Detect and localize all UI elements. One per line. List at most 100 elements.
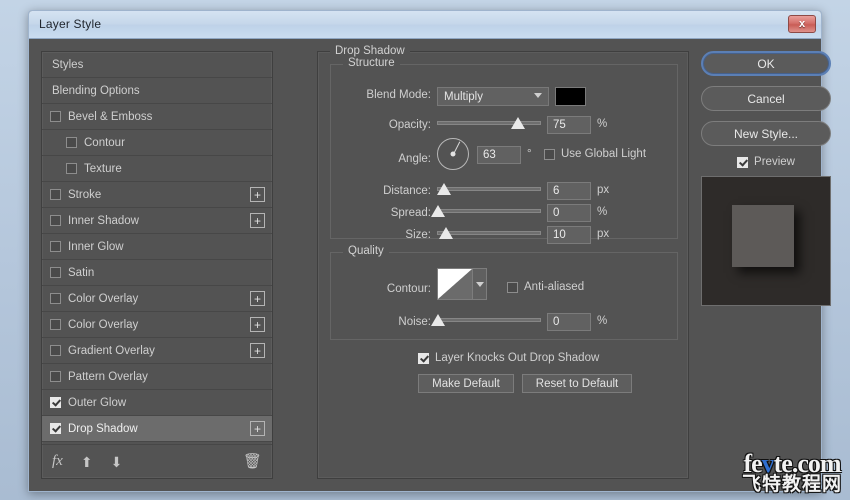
style-row[interactable]: Color Overlay xyxy=(42,286,272,312)
distance-label: Distance: xyxy=(383,185,431,197)
anti-aliased-checkbox[interactable]: Anti-aliased xyxy=(507,281,584,293)
style-enable-checkbox[interactable] xyxy=(50,111,61,122)
angle-input[interactable]: 63 xyxy=(477,146,521,164)
fx-icon[interactable]: fx xyxy=(52,454,63,469)
style-row[interactable]: Blending Options xyxy=(42,78,272,104)
layer-knocks-out-label: Layer Knocks Out Drop Shadow xyxy=(435,352,600,364)
style-enable-checkbox[interactable] xyxy=(50,319,61,330)
make-default-button[interactable]: Make Default xyxy=(418,374,514,393)
contour-dropdown-icon[interactable] xyxy=(473,268,487,300)
add-effect-button[interactable] xyxy=(250,343,265,358)
size-slider[interactable] xyxy=(437,226,541,240)
style-enable-checkbox[interactable] xyxy=(50,215,61,226)
blend-mode-select[interactable]: Multiply xyxy=(437,87,549,106)
add-effect-button[interactable] xyxy=(250,187,265,202)
dialog-body: Styles Blending Options Bevel & Emboss Cont… xyxy=(29,39,831,491)
style-enable-checkbox[interactable] xyxy=(50,423,61,434)
style-enable-checkbox[interactable] xyxy=(50,293,61,304)
slider-thumb[interactable] xyxy=(511,117,526,129)
style-enable-checkbox[interactable] xyxy=(50,345,61,356)
style-row-label: Satin xyxy=(68,266,95,279)
style-enable-checkbox[interactable] xyxy=(50,371,61,382)
size-unit: px xyxy=(597,228,610,240)
window-title: Layer Style xyxy=(39,17,102,31)
cancel-button[interactable]: Cancel xyxy=(701,86,831,111)
move-up-icon[interactable]: ⬆ xyxy=(81,455,93,469)
style-row[interactable]: Drop Shadow xyxy=(42,416,272,442)
quality-legend: Quality xyxy=(343,245,389,257)
style-row-label: Pattern Overlay xyxy=(68,370,148,383)
style-row[interactable]: Inner Shadow xyxy=(42,208,272,234)
style-row-label: Stroke xyxy=(68,188,102,201)
style-row-label: Color Overlay xyxy=(68,318,139,331)
contour-preview[interactable] xyxy=(437,268,473,300)
blend-mode-value: Multiply xyxy=(444,90,483,103)
style-row[interactable]: Color Overlay xyxy=(42,312,272,338)
style-row-label: Contour xyxy=(84,136,125,149)
style-enable-checkbox[interactable] xyxy=(50,189,61,200)
slider-track xyxy=(437,187,541,191)
style-row-label: Styles xyxy=(52,58,84,71)
distance-slider[interactable] xyxy=(437,182,541,196)
style-row[interactable]: Inner Glow xyxy=(42,234,272,260)
slider-track xyxy=(437,318,541,322)
spread-input[interactable]: 0 xyxy=(547,204,591,222)
noise-slider[interactable] xyxy=(431,313,541,327)
noise-input[interactable]: 0 xyxy=(547,313,591,331)
spread-slider[interactable] xyxy=(431,204,541,218)
style-row[interactable]: Pattern Overlay xyxy=(42,364,272,390)
style-row[interactable]: Texture xyxy=(42,156,272,182)
style-row[interactable]: Satin xyxy=(42,260,272,286)
slider-thumb[interactable] xyxy=(431,205,446,217)
slider-thumb[interactable] xyxy=(439,227,454,239)
effect-title: Drop Shadow xyxy=(330,45,410,57)
style-enable-checkbox[interactable] xyxy=(66,137,77,148)
opacity-input[interactable]: 75 xyxy=(547,116,591,134)
move-down-icon[interactable]: ⬇ xyxy=(111,455,123,469)
add-effect-button[interactable] xyxy=(250,421,265,436)
distance-unit: px xyxy=(597,184,610,196)
distance-input[interactable]: 6 xyxy=(547,182,591,200)
screen: Layer Style x Styles Blending Options Beve… xyxy=(0,0,850,500)
style-row-label: Inner Shadow xyxy=(68,214,139,227)
add-effect-button[interactable] xyxy=(250,213,265,228)
size-input[interactable]: 10 xyxy=(547,226,591,244)
preview-shape xyxy=(732,205,794,267)
style-enable-checkbox[interactable] xyxy=(50,397,61,408)
styles-panel: Styles Blending Options Bevel & Emboss Cont… xyxy=(41,51,273,479)
style-row[interactable]: Bevel & Emboss xyxy=(42,104,272,130)
opacity-unit: % xyxy=(597,118,608,130)
close-button[interactable]: x xyxy=(788,15,816,33)
styles-list: Styles Blending Options Bevel & Emboss Cont… xyxy=(42,52,272,442)
structure-group: Structure Blend Mode: Multiply Opacity: xyxy=(330,57,678,244)
style-row[interactable]: Stroke xyxy=(42,182,272,208)
angle-dial[interactable] xyxy=(437,138,469,170)
style-enable-checkbox[interactable] xyxy=(50,267,61,278)
style-row[interactable]: Contour xyxy=(42,130,272,156)
layer-knocks-out-checkbox[interactable]: Layer Knocks Out Drop Shadow xyxy=(418,352,599,364)
slider-track xyxy=(437,121,541,125)
use-global-light-checkbox[interactable]: Use Global Light xyxy=(544,148,646,160)
reset-to-default-button[interactable]: Reset to Default xyxy=(522,374,632,393)
noise-unit: % xyxy=(597,315,608,327)
add-effect-button[interactable] xyxy=(250,317,265,332)
style-row[interactable]: Styles xyxy=(42,52,272,78)
slider-thumb[interactable] xyxy=(437,183,452,195)
preview-checkbox[interactable]: Preview xyxy=(701,156,831,168)
quality-group: Quality Contour: Anti-aliased Noise: 0 % xyxy=(330,245,678,340)
dialog-actions: OK Cancel New Style... Preview xyxy=(701,51,841,306)
opacity-slider[interactable] xyxy=(437,116,541,130)
new-style-button[interactable]: New Style... xyxy=(701,121,831,146)
style-enable-checkbox[interactable] xyxy=(50,241,61,252)
slider-thumb[interactable] xyxy=(431,314,446,326)
contour-picker[interactable] xyxy=(437,268,487,300)
style-row-label: Gradient Overlay xyxy=(68,344,155,357)
add-effect-button[interactable] xyxy=(250,291,265,306)
use-global-light-label: Use Global Light xyxy=(561,148,647,160)
style-row[interactable]: Outer Glow xyxy=(42,390,272,416)
ok-button[interactable]: OK xyxy=(701,51,831,76)
style-row[interactable]: Gradient Overlay xyxy=(42,338,272,364)
shadow-color-swatch[interactable] xyxy=(555,87,586,106)
delete-icon[interactable]: 🗑 xyxy=(243,454,262,469)
style-enable-checkbox[interactable] xyxy=(66,163,77,174)
